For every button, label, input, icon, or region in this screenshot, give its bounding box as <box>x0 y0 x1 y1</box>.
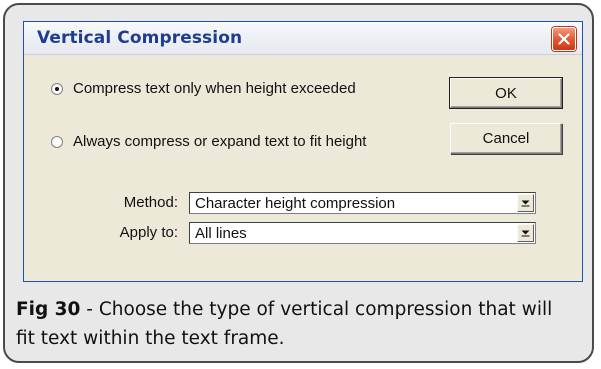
vertical-compression-dialog: Vertical Compression Compress text only … <box>23 21 583 282</box>
radio-always-compress-or-expand[interactable] <box>51 135 63 148</box>
method-select[interactable]: Character height compression <box>189 192 536 214</box>
caption-text: - Choose the type of vertical compressio… <box>16 299 553 349</box>
option-compress-when-exceeded[interactable]: Compress text only when height exceeded <box>51 80 356 97</box>
apply-to-dropdown-button[interactable] <box>517 224 534 242</box>
chevron-down-icon <box>521 230 530 237</box>
apply-to-value: All lines <box>195 225 247 242</box>
figure-caption: Fig 30 - Choose the type of vertical com… <box>16 295 576 353</box>
ok-button[interactable]: OK <box>449 77 563 109</box>
dialog-title: Vertical Compression <box>37 28 243 48</box>
option-label: Always compress or expand text to fit he… <box>73 133 367 150</box>
close-button[interactable] <box>552 27 576 51</box>
option-always-compress-or-expand[interactable]: Always compress or expand text to fit he… <box>51 133 366 150</box>
method-value: Character height compression <box>195 195 396 212</box>
method-label: Method: <box>123 194 178 211</box>
option-label: Compress text only when height exceeded <box>73 80 356 97</box>
figure-frame: Vertical Compression Compress text only … <box>3 3 594 363</box>
cancel-button[interactable]: Cancel <box>450 123 562 154</box>
method-dropdown-button[interactable] <box>517 194 534 212</box>
chevron-down-icon <box>521 200 530 207</box>
apply-to-label: Apply to: <box>119 224 178 241</box>
figure-number: Fig 30 <box>16 299 81 320</box>
close-icon <box>558 33 570 45</box>
apply-to-select[interactable]: All lines <box>189 222 536 244</box>
title-bar[interactable]: Vertical Compression <box>24 22 582 55</box>
radio-compress-when-exceeded[interactable] <box>51 82 63 95</box>
